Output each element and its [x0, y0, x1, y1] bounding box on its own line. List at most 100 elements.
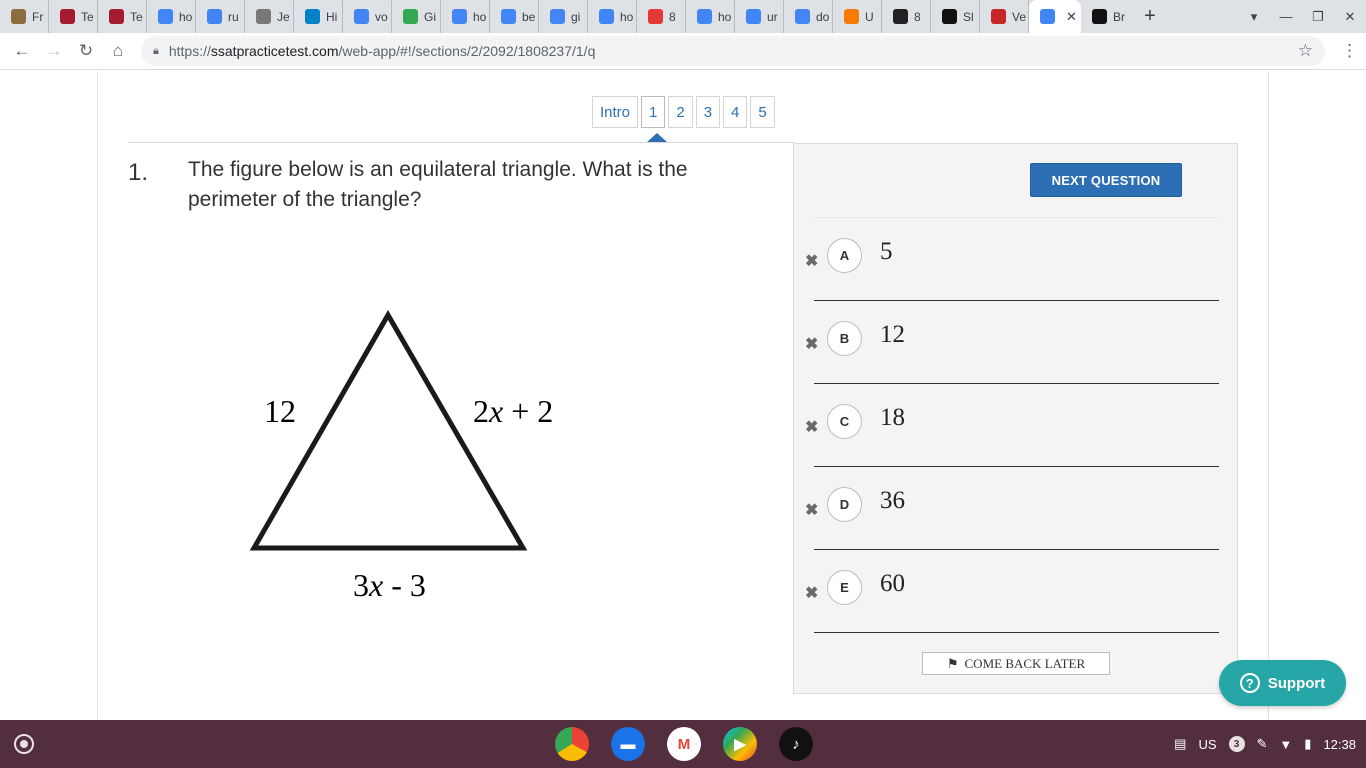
answer-choice[interactable]: ✖ B 12 [794, 301, 1239, 384]
peacock-icon [893, 9, 908, 24]
answer-choice[interactable]: ✖ D 36 [794, 467, 1239, 550]
forward-button[interactable]: → [38, 35, 70, 67]
tab-list: Fr Te Te ho ru Je Hi vo Gi ho be gi ho 8 ho ur do U 8 Sl Ve ✕… [0, 0, 1130, 33]
browser-tab[interactable]: Hi [294, 0, 343, 33]
eliminate-x-icon[interactable]: ✖ [805, 417, 818, 437]
browser-tab[interactable]: Sl [931, 0, 980, 33]
browser-tab[interactable]: ru [196, 0, 245, 33]
answer-choice[interactable]: ✖ A 5 [794, 218, 1239, 301]
tab-title: ho [620, 9, 634, 24]
answer-choice[interactable]: ✖ E 60 [794, 550, 1239, 633]
answer-panel: NEXT QUESTION ✖ A 5 ✖ B 12 ✖ C 18 ✖ D 36 ✖ E 60 ⚑ COME… [793, 143, 1238, 694]
launcher-button[interactable] [14, 734, 34, 754]
browser-tab[interactable]: 8 [637, 0, 686, 33]
browser-tab[interactable]: Je [245, 0, 294, 33]
pager-item[interactable]: 4 [723, 96, 748, 128]
left-side-label: 12 [264, 393, 296, 429]
browser-tab[interactable]: Br [1081, 0, 1130, 33]
browser-tab[interactable]: be [490, 0, 539, 33]
pager-item[interactable]: 2 [668, 96, 693, 128]
tab-title: Fr [32, 9, 44, 24]
browser-tab[interactable]: vo [343, 0, 392, 33]
close-tab-icon[interactable]: ✕ [1066, 9, 1077, 25]
chrome-icon[interactable] [555, 727, 589, 761]
browser-menu-icon[interactable]: ⋮ [1341, 41, 1358, 61]
gmail-icon[interactable]: M [667, 727, 701, 761]
browser-tab[interactable]: ho [147, 0, 196, 33]
window-controls: ▾ — ❐ ✕ [1238, 0, 1366, 33]
close-window-button[interactable]: ✕ [1334, 9, 1366, 25]
pager-item[interactable]: 1 [641, 96, 666, 128]
come-back-later-button[interactable]: ⚑ COME BACK LATER [922, 652, 1110, 675]
pen-icon[interactable]: ✎ [1257, 736, 1268, 752]
tab-search-icon[interactable]: ▾ [1238, 9, 1270, 25]
volleyball-icon [256, 9, 271, 24]
clock[interactable]: 12:38 [1323, 737, 1356, 752]
home-button[interactable]: ⌂ [102, 35, 134, 67]
browser-tab[interactable]: gi [539, 0, 588, 33]
google-icon [452, 9, 467, 24]
eliminate-x-icon[interactable]: ✖ [805, 583, 818, 603]
reload-button[interactable]: ↻ [70, 35, 102, 67]
play-store-icon[interactable]: ▶ [723, 727, 757, 761]
tab-title: 8 [914, 9, 921, 24]
browser-tab[interactable]: Fr [0, 0, 49, 33]
google-icon [599, 9, 614, 24]
tiktok-icon[interactable]: ♪ [779, 727, 813, 761]
bottom-side-coefficient: 3 [353, 567, 369, 603]
choice-letter[interactable]: E [827, 570, 862, 605]
browser-tab[interactable]: Ve [980, 0, 1029, 33]
google-icon [501, 9, 516, 24]
flag-icon: ⚑ [946, 655, 959, 671]
holding-space-icon[interactable]: ▤ [1174, 736, 1186, 752]
choice-letter[interactable]: D [827, 487, 862, 522]
choice-letter[interactable]: B [827, 321, 862, 356]
tab-title: U [865, 9, 874, 24]
support-label: Support [1267, 674, 1326, 692]
support-button[interactable]: ? Support [1219, 660, 1346, 706]
google-icon [354, 9, 369, 24]
choice-letter[interactable]: C [827, 404, 862, 439]
browser-tab[interactable]: ho [441, 0, 490, 33]
browser-tab[interactable]: ho [588, 0, 637, 33]
pager-item[interactable]: Intro [592, 96, 639, 128]
keyboard-layout[interactable]: US [1198, 737, 1216, 752]
status-tray: ▤ US 3 ✎ ▼ ▮ 12:38 [1174, 728, 1356, 760]
browser-tab[interactable]: do [784, 0, 833, 33]
eliminate-x-icon[interactable]: ✖ [805, 334, 818, 354]
eliminate-x-icon[interactable]: ✖ [805, 500, 818, 520]
pager-item[interactable]: 3 [695, 96, 721, 128]
red-square-icon [648, 9, 663, 24]
browser-tab[interactable]: Te [49, 0, 98, 33]
browser-tab[interactable]: Te [98, 0, 147, 33]
tab-title: Gi [424, 9, 436, 24]
restore-button[interactable]: ❐ [1302, 9, 1334, 25]
google-icon [207, 9, 222, 24]
wifi-icon: ▼ [1279, 736, 1293, 752]
browser-tab[interactable]: U [833, 0, 882, 33]
eliminate-x-icon[interactable]: ✖ [805, 251, 818, 271]
triangle-figure: 12 2x + 2 3x - 3 [240, 301, 580, 616]
address-bar[interactable]: 🔒︎ https://ssatpracticetest.com/web-app/… [141, 36, 1325, 66]
pager-item[interactable]: 5 [750, 96, 775, 128]
launcher-dot-icon [20, 740, 28, 748]
browser-tab[interactable]: 8 [882, 0, 931, 33]
minimize-button[interactable]: — [1270, 9, 1302, 24]
browser-tab[interactable]: ho [686, 0, 735, 33]
bookmark-star-icon[interactable]: ☆ [1298, 41, 1313, 61]
chart-line-icon [991, 9, 1006, 24]
files-icon[interactable]: ▬ [611, 727, 645, 761]
choice-letter[interactable]: A [827, 238, 862, 273]
answer-choice[interactable]: ✖ C 18 [794, 384, 1239, 467]
browser-tab[interactable]: Gi [392, 0, 441, 33]
browser-tab[interactable]: ur [735, 0, 784, 33]
olympic-rings-icon [305, 9, 320, 24]
notification-count[interactable]: 3 [1228, 736, 1245, 752]
next-question-button[interactable]: NEXT QUESTION [1030, 163, 1182, 197]
back-button[interactable]: ← [6, 35, 38, 67]
browser-tab-active[interactable]: ✕ [1029, 0, 1081, 33]
new-tab-button[interactable]: + [1130, 0, 1170, 33]
info-circle-icon [942, 9, 957, 24]
tab-title: ru [228, 9, 239, 24]
tab-title: ho [473, 9, 487, 24]
